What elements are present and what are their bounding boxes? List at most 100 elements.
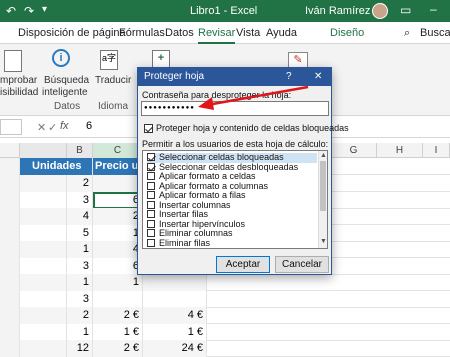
- cell-b[interactable]: 5: [67, 224, 93, 242]
- permission-checkbox[interactable]: [147, 153, 155, 161]
- tab-diseno[interactable]: Diseño: [330, 27, 364, 39]
- permission-label[interactable]: Seleccionar celdas bloqueadas: [159, 152, 284, 162]
- cell-a[interactable]: [20, 274, 67, 291]
- minimize-icon[interactable]: –: [430, 2, 437, 16]
- row-number[interactable]: [0, 257, 20, 275]
- permission-label[interactable]: Insertar hipervínculos: [159, 219, 245, 229]
- close-icon[interactable]: ✕: [314, 71, 322, 82]
- cell-c[interactable]: [93, 290, 143, 308]
- row-number[interactable]: [0, 241, 20, 258]
- tab-revisar[interactable]: Revisar: [198, 27, 236, 44]
- cell-b[interactable]: 1: [67, 241, 93, 258]
- cell-e[interactable]: 1 €: [143, 323, 207, 341]
- scrollbar-thumb[interactable]: [320, 161, 326, 211]
- insert-function-icon[interactable]: fx: [60, 120, 69, 132]
- scroll-up-icon[interactable]: ▲: [320, 152, 327, 159]
- column-h[interactable]: H: [377, 143, 423, 158]
- formula-input[interactable]: 6: [86, 120, 92, 132]
- column-i[interactable]: I: [423, 143, 450, 158]
- cell-b[interactable]: 12: [67, 340, 93, 357]
- customize-toolbar-icon[interactable]: ▾: [42, 4, 47, 15]
- tab-datos[interactable]: Datos: [165, 27, 194, 39]
- permission-label[interactable]: Eliminar filas: [159, 238, 210, 248]
- protect-sheet-label[interactable]: Proteger hoja y contenido de celdas bloq…: [156, 123, 349, 133]
- cell-b[interactable]: 3: [67, 257, 93, 275]
- cell-a[interactable]: [20, 257, 67, 275]
- permissions-list[interactable]: Seleccionar celdas bloqueadas Seleccionar…: [142, 150, 328, 249]
- permission-label[interactable]: Eliminar columnas: [159, 228, 233, 238]
- cell-a[interactable]: [20, 241, 67, 258]
- row-number[interactable]: [0, 175, 20, 192]
- permission-label[interactable]: Insertar columnas: [159, 200, 231, 210]
- row-number[interactable]: [0, 290, 20, 308]
- new-comment-icon[interactable]: +: [152, 50, 170, 68]
- cell-e[interactable]: 24 €: [143, 340, 207, 357]
- cell-b[interactable]: 3: [67, 191, 93, 209]
- cell-a[interactable]: [20, 191, 67, 209]
- tab-formulas[interactable]: Fórmulas: [119, 27, 165, 39]
- cell-c[interactable]: 6: [93, 257, 143, 275]
- row-number[interactable]: [0, 208, 20, 225]
- cell-e[interactable]: 4 €: [143, 307, 207, 324]
- header-unidades[interactable]: Unidades: [20, 158, 93, 175]
- row-number[interactable]: [0, 191, 20, 209]
- row-number[interactable]: [0, 340, 20, 357]
- spelling-icon[interactable]: [4, 50, 22, 72]
- cancel-button[interactable]: Cancelar: [275, 256, 329, 273]
- cell-a[interactable]: [20, 175, 67, 192]
- cell-a[interactable]: [20, 307, 67, 324]
- cancel-formula-icon[interactable]: ✕: [37, 121, 46, 134]
- cell-a[interactable]: [20, 208, 67, 225]
- permission-checkbox[interactable]: [147, 238, 155, 247]
- permission-label[interactable]: Seleccionar celdas desbloqueadas: [159, 162, 298, 172]
- scroll-down-icon[interactable]: ▼: [320, 238, 327, 245]
- column-a[interactable]: [20, 143, 67, 158]
- row-number[interactable]: [0, 323, 20, 341]
- permission-checkbox[interactable]: [147, 229, 155, 237]
- cell-b[interactable]: 2: [67, 175, 93, 192]
- cell-c[interactable]: 1: [93, 274, 143, 291]
- cell-c[interactable]: 6: [93, 191, 143, 209]
- permission-checkbox[interactable]: [147, 210, 155, 218]
- translate-label[interactable]: Traducir: [95, 75, 131, 86]
- column-g[interactable]: G: [331, 143, 377, 158]
- smart-lookup-label-2[interactable]: inteligente: [42, 87, 88, 98]
- name-box[interactable]: [0, 119, 22, 135]
- cell-c[interactable]: 1: [93, 224, 143, 242]
- cell-b[interactable]: 3: [67, 290, 93, 308]
- accessibility-button-label[interactable]: isibilidad: [0, 87, 38, 98]
- cell-c[interactable]: 4: [93, 241, 143, 258]
- row-number[interactable]: [0, 307, 20, 324]
- cell-e[interactable]: [143, 290, 207, 308]
- tab-disposicion[interactable]: Disposición de página: [18, 27, 126, 39]
- permission-label[interactable]: Aplicar formato a celdas: [159, 171, 256, 181]
- permission-label[interactable]: Insertar filas: [159, 209, 208, 219]
- cell-c[interactable]: 2 €: [93, 307, 143, 324]
- permission-checkbox[interactable]: [147, 200, 155, 209]
- protect-sheet-checkbox[interactable]: [144, 124, 153, 133]
- column-c[interactable]: C: [93, 143, 143, 158]
- avatar[interactable]: [372, 3, 388, 19]
- ribbon-display-icon[interactable]: ▭: [400, 3, 411, 17]
- cell-a[interactable]: [20, 224, 67, 242]
- cell-a[interactable]: [20, 290, 67, 308]
- cell-a[interactable]: [20, 340, 67, 357]
- enter-formula-icon[interactable]: ✓: [48, 121, 57, 134]
- translate-icon[interactable]: a字: [100, 50, 118, 70]
- permission-checkbox[interactable]: [147, 181, 155, 190]
- cell-b[interactable]: 1: [67, 323, 93, 341]
- help-button[interactable]: ?: [286, 71, 292, 82]
- tab-ayuda[interactable]: Ayuda: [266, 27, 297, 39]
- cell-c[interactable]: 2: [93, 208, 143, 225]
- spelling-button-label[interactable]: mprobar: [0, 75, 37, 86]
- permission-checkbox[interactable]: [147, 162, 155, 171]
- permission-label[interactable]: Aplicar formato a columnas: [159, 181, 268, 191]
- search-icon[interactable]: ⌕: [404, 27, 410, 40]
- cell-b[interactable]: 4: [67, 208, 93, 225]
- row-number[interactable]: [0, 224, 20, 242]
- smart-lookup-icon[interactable]: i: [52, 49, 70, 67]
- undo-icon[interactable]: ↶: [6, 4, 16, 18]
- permission-item[interactable]: Eliminar filas: [147, 238, 317, 249]
- cell-c[interactable]: 2 €: [93, 340, 143, 357]
- tab-vista[interactable]: Vista: [236, 27, 260, 39]
